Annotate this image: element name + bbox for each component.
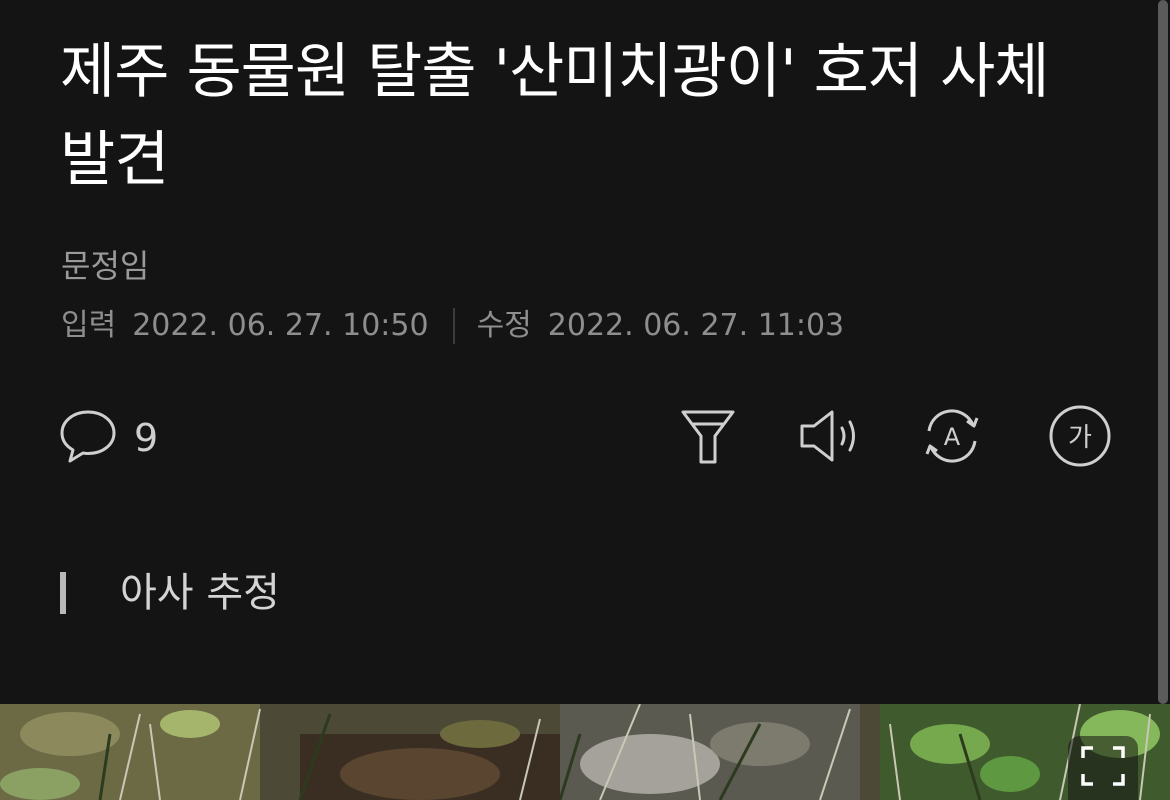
- expand-button[interactable]: [1068, 736, 1138, 800]
- font-size-glyph: 가: [1068, 423, 1092, 453]
- translate-glyph: A: [944, 423, 961, 451]
- translate-icon: A: [919, 405, 985, 471]
- comment-icon: [58, 406, 118, 470]
- date-separator: [452, 308, 455, 344]
- modified-date: 2022. 06. 27. 11:03: [547, 308, 845, 343]
- subheading-bar: [60, 572, 66, 614]
- scrollbar[interactable]: [1158, 0, 1168, 704]
- subheading: 아사 추정: [60, 568, 280, 618]
- comment-count: 9: [134, 416, 159, 460]
- article-dates: 입력 2022. 06. 27. 10:50 수정 2022. 06. 27. …: [61, 306, 844, 346]
- modified-label: 수정: [476, 308, 532, 343]
- expand-icon: [1079, 744, 1127, 792]
- published-label: 입력: [61, 308, 117, 343]
- font-size-icon: 가: [1048, 404, 1112, 472]
- article-title: 제주 동물원 탈출 '산미치광이' 호저 사체 발견: [60, 37, 1050, 195]
- translate-button[interactable]: A: [920, 406, 984, 470]
- photo-grass-image: [0, 704, 1170, 800]
- comment-button[interactable]: 9: [58, 406, 158, 470]
- subheading-text: 아사 추정: [120, 570, 280, 616]
- tts-button[interactable]: [798, 406, 862, 470]
- speaker-icon: [798, 406, 862, 470]
- filter-button[interactable]: [676, 406, 740, 470]
- article-photo[interactable]: [0, 704, 1170, 800]
- author-name[interactable]: 문정임: [61, 246, 149, 286]
- font-size-button[interactable]: 가: [1048, 404, 1112, 472]
- article-page: 제주 동물원 탈출 '산미치광이' 호저 사체 발견 문정임 입력 2022. …: [0, 0, 1170, 800]
- filter-icon: [679, 406, 737, 470]
- published-date: 2022. 06. 27. 10:50: [132, 308, 429, 343]
